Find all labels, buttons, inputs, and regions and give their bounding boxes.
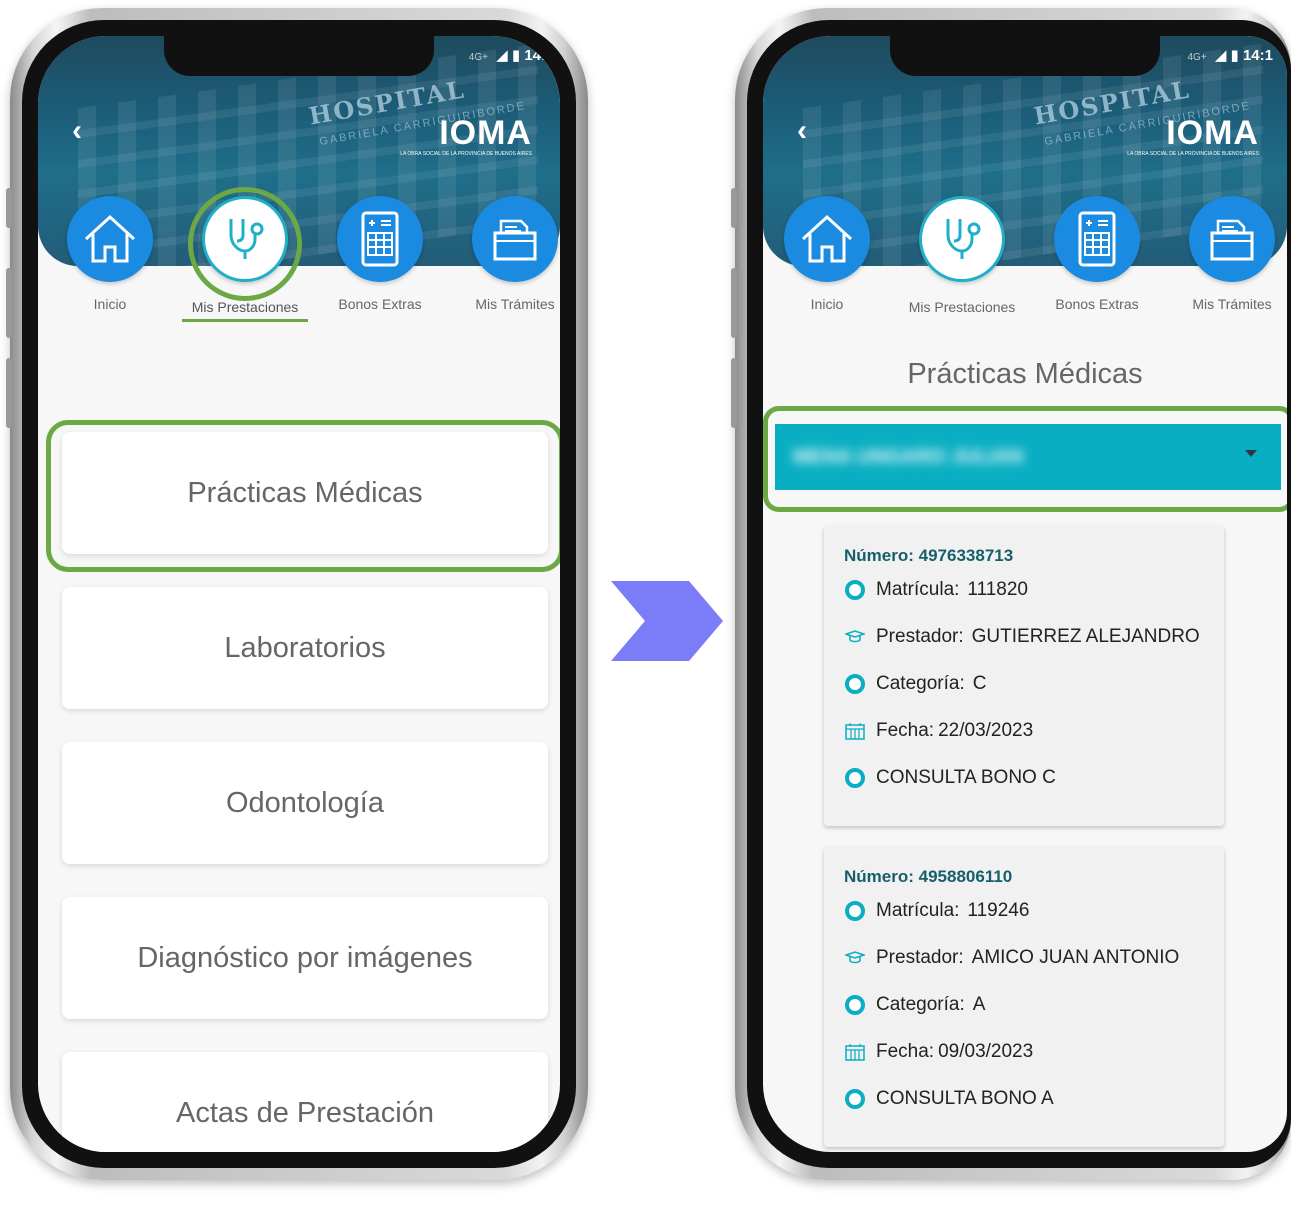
ioma-logo: IOMA LA OBRA SOCIAL DE LA PROVINCIA DE B… [400,114,532,157]
highlight-ring [188,187,302,301]
nav-label: Mis Trámites [475,296,555,312]
active-tab-underline [182,319,308,322]
battery-icon: ▮ [511,47,521,64]
calendar-icon [844,1043,866,1061]
result-card[interactable]: Número: 4958806110 Matrícula: 119246 Pre… [824,847,1224,1147]
nav-item-mis-prestaciones[interactable]: Mis Prestaciones [897,196,1027,315]
graduation-cap-icon [844,950,866,965]
status-bar: 4G+ ◢ ▮ 14: [469,46,546,64]
nav-label: Mis Trámites [1192,296,1272,312]
back-button[interactable]: ‹ [72,116,82,146]
nav-item-inicio[interactable]: Inicio [45,196,175,312]
menu-card-laboratorios[interactable]: Laboratorios [62,587,548,709]
left-phone-mockup: HOSPITAL GABRIELA CARRIGUIRIBORDE ‹ IOMA… [6,8,588,1180]
back-button[interactable]: ‹ [797,116,807,146]
status-time: 14:1 [1242,47,1273,64]
tablet-calculator-icon [1054,196,1140,282]
result-number-label: Número: [844,867,914,886]
stethoscope-icon [919,196,1005,282]
result-card[interactable]: Número: 4976338713 Matrícula: 111820 Pre… [824,526,1224,826]
bottom-nav: Inicio Mis Prestaciones Bonos Extras Mis… [763,196,1287,346]
page-title: Prácticas Médicas [907,358,1143,390]
signal-icon: ◢ [1214,47,1227,64]
tablet-calculator-icon [337,196,423,282]
transition-arrow-icon [611,581,723,661]
nav-label: Inicio [93,296,127,312]
menu-card-odontologia[interactable]: Odontología [62,742,548,864]
result-categoria: Categoría: C [844,660,1204,707]
phone-notch [164,36,434,76]
nav-item-mis-prestaciones[interactable]: Mis Prestaciones [180,187,310,322]
result-fecha: Fecha: 22/03/2023 [844,707,1204,754]
status-time: 14: [524,47,546,64]
ioma-logo-text: IOMA [1166,114,1259,152]
house-icon [784,196,870,282]
nav-label: Mis Prestaciones [908,299,1016,315]
phone-notch [890,36,1160,76]
nav-item-mis-tramites[interactable]: Mis Trámites [450,196,560,312]
result-descripcion: CONSULTA BONO A [844,1075,1204,1122]
nav-label: Bonos Extras [1055,296,1139,312]
graduation-cap-icon [844,629,866,644]
menu-card-diagnostico-por-imagenes[interactable]: Diagnóstico por imágenes [62,897,548,1019]
ioma-logo-text: IOMA [439,114,532,152]
result-number-value: 4958806110 [918,867,1013,886]
highlight-box [763,406,1287,512]
menu-card-actas-de-prestacion[interactable]: Actas de Prestación [62,1052,548,1152]
circle-dot-icon [845,994,865,1015]
status-bar: 4G+ ◢ ▮ 14:1 [1187,46,1273,64]
nav-item-inicio[interactable]: Inicio [763,196,892,312]
nav-label: Inicio [810,296,844,312]
circle-dot-icon [845,900,865,921]
phone-bezel: HOSPITAL GABRIELA CARRIGUIRIBORDE ‹ IOMA… [22,20,576,1168]
folder-documents-icon [472,196,558,282]
result-descripcion: CONSULTA BONO C [844,754,1204,801]
folder-documents-icon [1189,196,1275,282]
result-number-value: 4976338713 [918,546,1014,565]
ioma-logo-tag: LA OBRA SOCIAL DE LA PROVINCIA DE BUENOS… [1127,151,1259,157]
ioma-logo-tag: LA OBRA SOCIAL DE LA PROVINCIA DE BUENOS… [400,151,532,157]
signal-icon: ◢ [496,47,508,64]
right-screen: HOSPITAL GABRIELA CARRIGUIRIBORDE ‹ IOMA… [763,36,1287,1152]
nav-label: Bonos Extras [338,296,422,312]
ioma-logo: IOMA LA OBRA SOCIAL DE LA PROVINCIA DE B… [1127,114,1259,157]
network-indicator: 4G+ [1187,52,1207,63]
phone-bezel: HOSPITAL GABRIELA CARRIGUIRIBORDE ‹ IOMA… [747,20,1291,1168]
circle-dot-icon [845,579,865,600]
nav-item-bonos-extras[interactable]: Bonos Extras [315,196,445,312]
result-prestador: Prestador: GUTIERREZ ALEJANDRO [844,613,1204,660]
nav-label: Mis Prestaciones [191,299,299,315]
house-icon [67,196,153,282]
calendar-icon [844,722,866,740]
battery-icon: ▮ [1230,47,1239,64]
result-prestador: Prestador: AMICO JUAN ANTONIO [844,934,1204,981]
result-categoria: Categoría: A [844,981,1204,1028]
result-matricula: Matrícula: 119246 [844,887,1204,934]
nav-item-mis-tramites[interactable]: Mis Trámites [1167,196,1287,312]
result-matricula: Matrícula: 111820 [844,566,1204,613]
network-indicator: 4G+ [468,52,488,63]
nav-item-bonos-extras[interactable]: Bonos Extras [1032,196,1162,312]
right-phone-mockup: HOSPITAL GABRIELA CARRIGUIRIBORDE ‹ IOMA… [731,8,1291,1180]
result-number-label: Número: [844,546,914,565]
left-screen: HOSPITAL GABRIELA CARRIGUIRIBORDE ‹ IOMA… [38,36,560,1152]
circle-dot-icon [845,767,865,788]
circle-dot-icon [845,673,865,694]
result-number: Número: 4976338713 [844,546,1204,566]
bottom-nav: Inicio Mis Prestaciones Bonos Extras Mis… [38,187,560,346]
highlight-box [46,420,560,572]
result-fecha: Fecha: 09/03/2023 [844,1028,1204,1075]
result-number: Número: 4958806110 [844,867,1204,887]
circle-dot-icon [845,1088,865,1109]
